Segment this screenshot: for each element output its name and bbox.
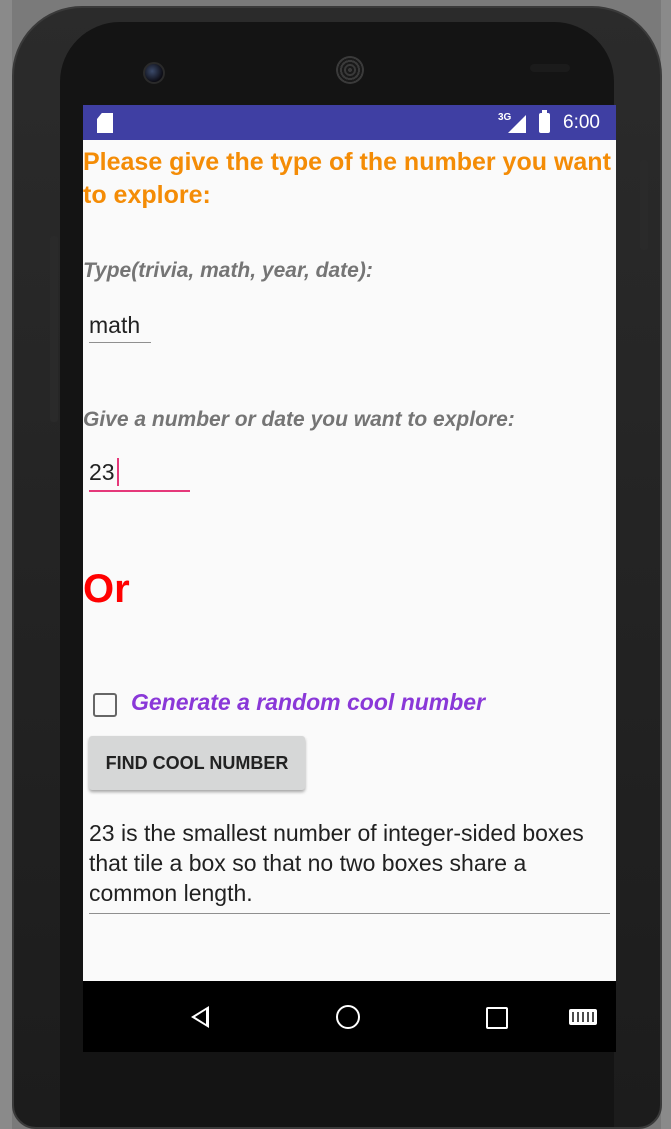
background-left	[0, 0, 12, 1129]
random-number-checkbox[interactable]	[93, 693, 117, 717]
background-right	[661, 0, 671, 1129]
status-time: 6:00	[563, 112, 600, 133]
proximity-sensor	[530, 64, 570, 72]
home-icon[interactable]	[336, 1005, 360, 1029]
number-label: Give a number or date you want to explor…	[83, 408, 515, 431]
navigation-bar	[83, 981, 616, 1052]
keyboard-icon[interactable]	[569, 1009, 597, 1025]
result-text: 23 is the smallest number of integer-sid…	[89, 820, 584, 906]
type-label: Type(trivia, math, year, date):	[83, 259, 373, 282]
text-cursor	[117, 458, 119, 486]
number-input[interactable]	[89, 454, 190, 492]
status-bar: 3G 6:00	[83, 105, 616, 140]
front-camera-icon	[143, 62, 165, 84]
type-input[interactable]	[89, 308, 151, 343]
battery-icon	[539, 110, 550, 133]
back-icon[interactable]	[191, 1006, 209, 1028]
random-number-checkbox-label[interactable]: Generate a random cool number	[131, 689, 485, 716]
result-underline	[89, 913, 610, 914]
recents-icon[interactable]	[486, 1007, 508, 1029]
power-button	[640, 160, 648, 250]
sd-card-icon	[97, 113, 113, 133]
page-heading: Please give the type of the number you w…	[83, 148, 611, 209]
volume-button	[50, 236, 58, 422]
speaker-grille-icon	[336, 56, 364, 84]
network-type: 3G	[498, 112, 512, 123]
find-cool-number-button[interactable]: FIND COOL NUMBER	[89, 736, 305, 790]
app-screen: 3G 6:00 Please give the type of the numb…	[83, 105, 616, 1052]
or-label: Or	[83, 567, 130, 611]
